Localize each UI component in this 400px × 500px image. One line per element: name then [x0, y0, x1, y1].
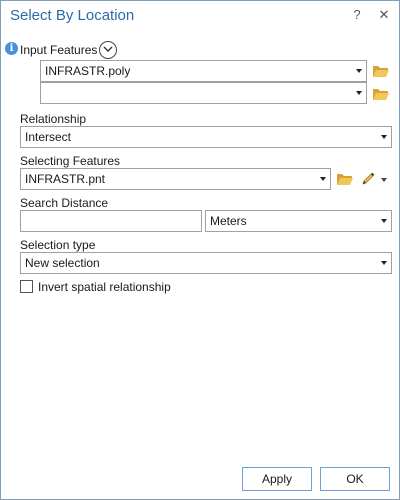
dropdown-arrow-icon [356, 69, 362, 73]
folder-open-icon[interactable] [372, 87, 390, 101]
invert-label[interactable]: Invert spatial relationship [38, 280, 171, 294]
invert-checkbox[interactable] [20, 280, 33, 293]
folder-open-icon[interactable] [372, 64, 390, 78]
selecting-features-label: Selecting Features [20, 154, 121, 168]
selecting-features-combo[interactable]: INFRASTR.pnt [20, 168, 331, 190]
search-distance-input[interactable] [20, 210, 202, 232]
input-features-combo-1[interactable]: INFRASTR.poly [40, 60, 367, 82]
input-features-combo-2[interactable] [40, 82, 367, 104]
select-by-location-dialog: Select By Location ? ✕ i Input Features … [0, 0, 400, 500]
relationship-combo[interactable]: Intersect [20, 126, 392, 148]
dropdown-arrow-icon [381, 261, 387, 265]
dropdown-arrow-icon [381, 219, 387, 223]
input-features-label: Input Features [20, 43, 98, 57]
relationship-label: Relationship [20, 112, 87, 126]
expand-input-features-button[interactable] [99, 41, 117, 59]
title-bar: Select By Location ? ✕ [1, 1, 399, 31]
input-features-value-1: INFRASTR.poly [45, 64, 131, 78]
dropdown-arrow-icon [320, 177, 326, 181]
pencil-icon[interactable] [360, 171, 376, 187]
dialog-title: Select By Location [10, 7, 135, 24]
selection-type-label: Selection type [20, 238, 96, 252]
dropdown-arrow-icon [356, 91, 362, 95]
search-distance-label: Search Distance [20, 196, 109, 210]
selection-type-value: New selection [25, 256, 100, 270]
selecting-features-value: INFRASTR.pnt [25, 172, 106, 186]
pencil-dropdown-arrow-icon[interactable] [381, 178, 387, 182]
relationship-value: Intersect [25, 130, 72, 144]
info-icon[interactable]: i [5, 42, 18, 55]
close-button[interactable]: ✕ [376, 7, 392, 23]
distance-unit-value: Meters [210, 214, 247, 228]
selection-type-combo[interactable]: New selection [20, 252, 392, 274]
distance-unit-combo[interactable]: Meters [205, 210, 392, 232]
ok-button[interactable]: OK [320, 467, 390, 491]
dropdown-arrow-icon [381, 135, 387, 139]
apply-button[interactable]: Apply [242, 467, 312, 491]
help-button[interactable]: ? [349, 7, 365, 23]
chevron-down-icon [103, 46, 113, 52]
folder-open-icon[interactable] [336, 172, 354, 186]
